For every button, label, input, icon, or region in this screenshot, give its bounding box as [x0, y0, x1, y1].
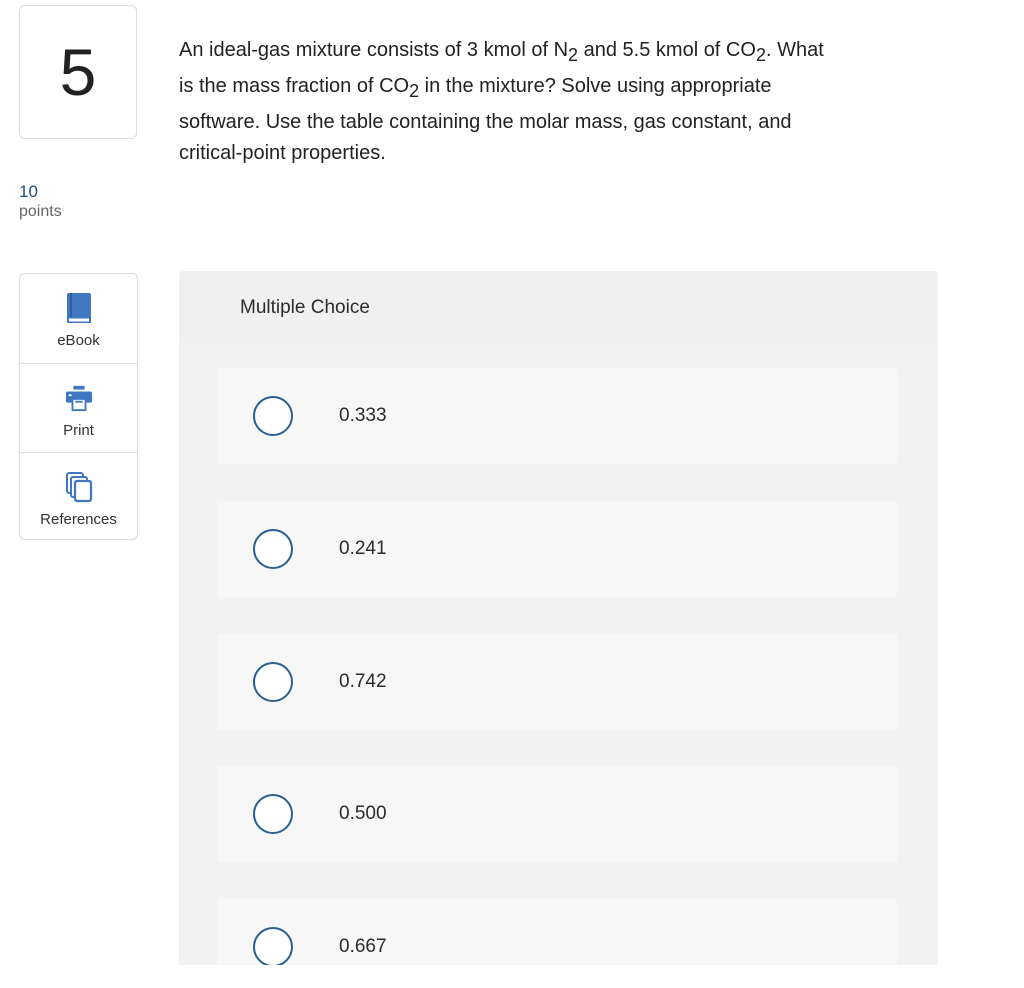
question-number-card: 5 [19, 5, 137, 139]
copy-icon [65, 471, 93, 503]
print-button[interactable]: Print [20, 363, 137, 452]
question-text-segment: and 5.5 kmol of CO [578, 39, 756, 61]
choice-label: 0.241 [339, 538, 387, 559]
choice-option-4[interactable]: 0.500 [217, 766, 897, 862]
question-text: An ideal-gas mixture consists of 3 kmol … [179, 32, 939, 166]
subscript: 2 [568, 45, 579, 66]
question-text-segment: in the mixture? Solve using appropriate [419, 75, 772, 97]
choice-option-3[interactable]: 0.742 [217, 634, 897, 730]
subscript: 2 [409, 81, 420, 102]
question-line: is the mass fraction of CO2 in the mixtu… [179, 68, 939, 104]
book-icon [65, 292, 93, 324]
question-number: 5 [59, 35, 97, 109]
radio-button[interactable] [253, 396, 293, 436]
choice-label: 0.333 [339, 405, 387, 426]
question-text-segment: . What [765, 39, 824, 61]
question-page: 5 10 points eBook Print References An id… [0, 0, 1024, 988]
multiple-choice-panel: Multiple Choice 0.333 0.241 0.742 0.500 … [179, 271, 938, 965]
choice-option-1[interactable]: 0.333 [217, 368, 897, 464]
question-text-segment: is the mass fraction of CO [179, 75, 410, 97]
references-button[interactable]: References [20, 452, 137, 541]
printer-icon [65, 382, 93, 414]
print-label: Print [63, 422, 94, 439]
radio-button[interactable] [253, 794, 293, 834]
choice-option-2[interactable]: 0.241 [217, 501, 897, 597]
points-box: 10 points [19, 182, 62, 222]
multiple-choice-title: Multiple Choice [240, 297, 370, 318]
choice-list: 0.333 0.241 0.742 0.500 0.667 [179, 343, 938, 965]
radio-button[interactable] [253, 927, 293, 965]
references-label: References [40, 511, 117, 528]
tools-panel: eBook Print References [19, 273, 138, 540]
choice-label: 0.500 [339, 803, 387, 824]
ebook-label: eBook [57, 332, 100, 349]
points-value: 10 [19, 182, 38, 201]
question-line: software. Use the table containing the m… [179, 111, 792, 133]
choice-label: 0.742 [339, 671, 387, 692]
question-line: critical-point properties. [179, 142, 386, 164]
points-label: points [19, 203, 62, 220]
ebook-button[interactable]: eBook [20, 274, 137, 363]
question-line: An ideal-gas mixture consists of 3 kmol … [179, 32, 939, 68]
subscript: 2 [755, 45, 766, 66]
radio-button[interactable] [253, 529, 293, 569]
choice-option-5[interactable]: 0.667 [217, 899, 897, 965]
radio-button[interactable] [253, 662, 293, 702]
question-text-segment: An ideal-gas mixture consists of 3 kmol … [179, 39, 569, 61]
choice-label: 0.667 [339, 936, 387, 957]
